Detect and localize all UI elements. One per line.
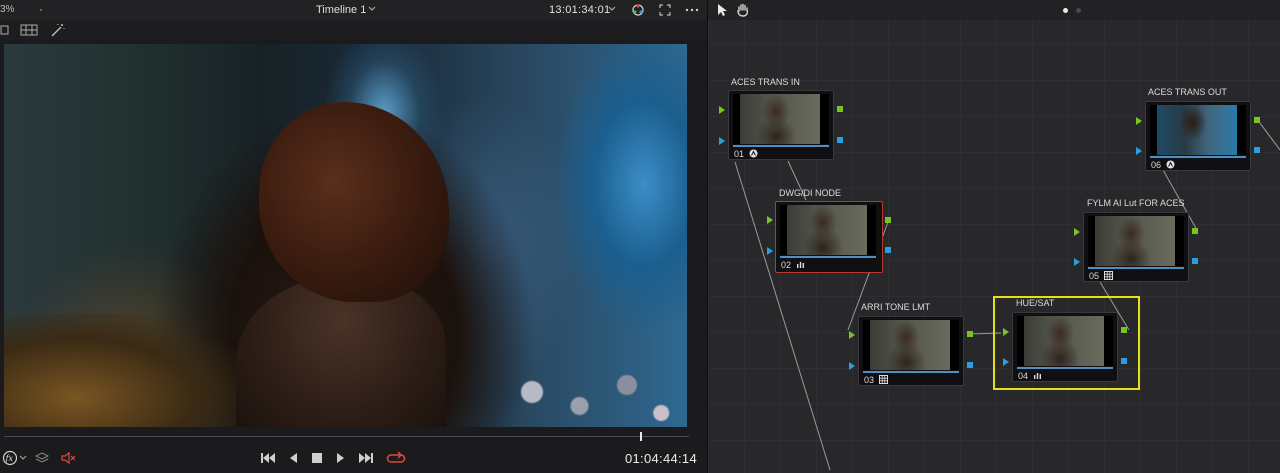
color-wheel-icon[interactable] (630, 2, 646, 18)
output-port-alpha[interactable] (885, 247, 891, 253)
chevron-down-icon[interactable] (367, 3, 377, 15)
node-number: 04 (1018, 371, 1029, 381)
output-port-rgb[interactable] (885, 217, 891, 223)
node-enabled-bar (863, 371, 959, 373)
node-number: 05 (1089, 271, 1100, 281)
output-port-rgb[interactable] (1254, 117, 1260, 123)
jump-to-start-icon[interactable] (259, 450, 277, 466)
pointer-icon[interactable] (714, 2, 730, 18)
playhead[interactable] (640, 432, 642, 441)
output-port-alpha[interactable] (1192, 258, 1198, 264)
output-port-alpha[interactable] (1121, 358, 1127, 364)
hand-icon[interactable] (735, 2, 751, 18)
node-label: ACES TRANS IN (731, 77, 800, 87)
node-06[interactable]: 06 (1145, 101, 1251, 171)
output-port-alpha[interactable] (967, 362, 973, 368)
output-port-rgb[interactable] (837, 106, 843, 112)
input-port-rgb[interactable] (1074, 228, 1080, 236)
node-number: 03 (864, 375, 875, 385)
node-enabled-bar (1150, 156, 1246, 158)
input-port-alpha[interactable] (719, 137, 725, 145)
node-number: 01 (734, 149, 745, 159)
node-02[interactable]: 02 (775, 201, 883, 273)
node-graph-header (708, 0, 1280, 20)
viewer-frame-image (4, 44, 687, 427)
viewer-header: 3% Timeline 1 13:01:34:01 (0, 0, 707, 20)
scrubber-bar[interactable] (4, 436, 689, 437)
split-screen-icon[interactable] (20, 23, 38, 37)
lut-grid-icon (879, 375, 888, 384)
timeline-selector[interactable]: Timeline 1 (316, 4, 366, 16)
input-port-alpha[interactable] (849, 362, 855, 370)
output-port-rgb[interactable] (1192, 228, 1198, 234)
input-port-rgb[interactable] (767, 216, 773, 224)
node-label: ARRI TONE LMT (861, 302, 931, 312)
play-icon[interactable] (335, 450, 347, 466)
node-enabled-bar (1017, 367, 1113, 369)
record-timecode: 01:04:44:14 (625, 451, 697, 466)
node-enabled-bar (1088, 267, 1184, 269)
node-01[interactable]: 01 (728, 90, 834, 160)
zoom-separator (40, 9, 42, 11)
stop-icon[interactable] (311, 450, 323, 466)
aces-icon (1166, 160, 1175, 169)
lut-grid-icon (1104, 271, 1113, 280)
viewer-panel: 3% Timeline 1 13:01:34:01 fx 01:04:44:14 (0, 0, 707, 473)
page-indicator-active[interactable] (1063, 8, 1068, 13)
output-port-rgb[interactable] (967, 331, 973, 337)
svg-text:fx: fx (5, 454, 14, 463)
output-port-alpha[interactable] (837, 137, 843, 143)
node-number: 06 (1151, 160, 1162, 170)
mute-icon[interactable] (60, 450, 78, 466)
output-port-rgb[interactable] (1121, 327, 1127, 333)
node-label: ACES TRANS OUT (1148, 87, 1227, 97)
layers-icon[interactable] (34, 450, 50, 466)
source-timecode: 13:01:34:01 (549, 4, 611, 16)
single-view-icon[interactable] (0, 23, 10, 37)
node-label: FYLM AI Lut FOR ACES (1087, 198, 1185, 208)
aces-icon (749, 149, 758, 158)
output-port-alpha[interactable] (1254, 147, 1260, 153)
input-port-rgb[interactable] (1136, 117, 1142, 125)
node-label: HUE/SAT (1016, 298, 1055, 308)
fx-icon[interactable]: fx (2, 450, 28, 466)
fullscreen-icon[interactable] (657, 2, 673, 18)
viewer-toolbar (0, 20, 707, 40)
more-options-icon[interactable] (684, 2, 700, 18)
node-enabled-bar (780, 256, 876, 258)
node-number: 02 (781, 260, 792, 270)
input-port-rgb[interactable] (719, 106, 725, 114)
jump-to-end-icon[interactable] (357, 450, 375, 466)
input-port-rgb[interactable] (849, 331, 855, 339)
zoom-level[interactable]: 3% (0, 4, 14, 15)
page-indicator[interactable] (1076, 8, 1081, 13)
input-port-alpha[interactable] (767, 247, 773, 255)
node-03[interactable]: 03 (858, 316, 964, 386)
curves-icon (1034, 373, 1041, 379)
input-port-rgb[interactable] (1003, 328, 1009, 336)
node-04[interactable]: 04 (1012, 312, 1118, 382)
node-label: DWG/DI NODE (779, 188, 841, 198)
input-port-alpha[interactable] (1003, 358, 1009, 366)
magic-wand-icon[interactable] (50, 23, 66, 37)
loop-icon[interactable] (386, 450, 406, 466)
play-reverse-icon[interactable] (287, 450, 299, 466)
input-port-alpha[interactable] (1074, 258, 1080, 266)
input-port-alpha[interactable] (1136, 147, 1142, 155)
curves-icon (797, 262, 804, 268)
chevron-down-icon[interactable] (607, 3, 617, 15)
node-05[interactable]: 05 (1083, 212, 1189, 282)
node-enabled-bar (733, 145, 829, 147)
